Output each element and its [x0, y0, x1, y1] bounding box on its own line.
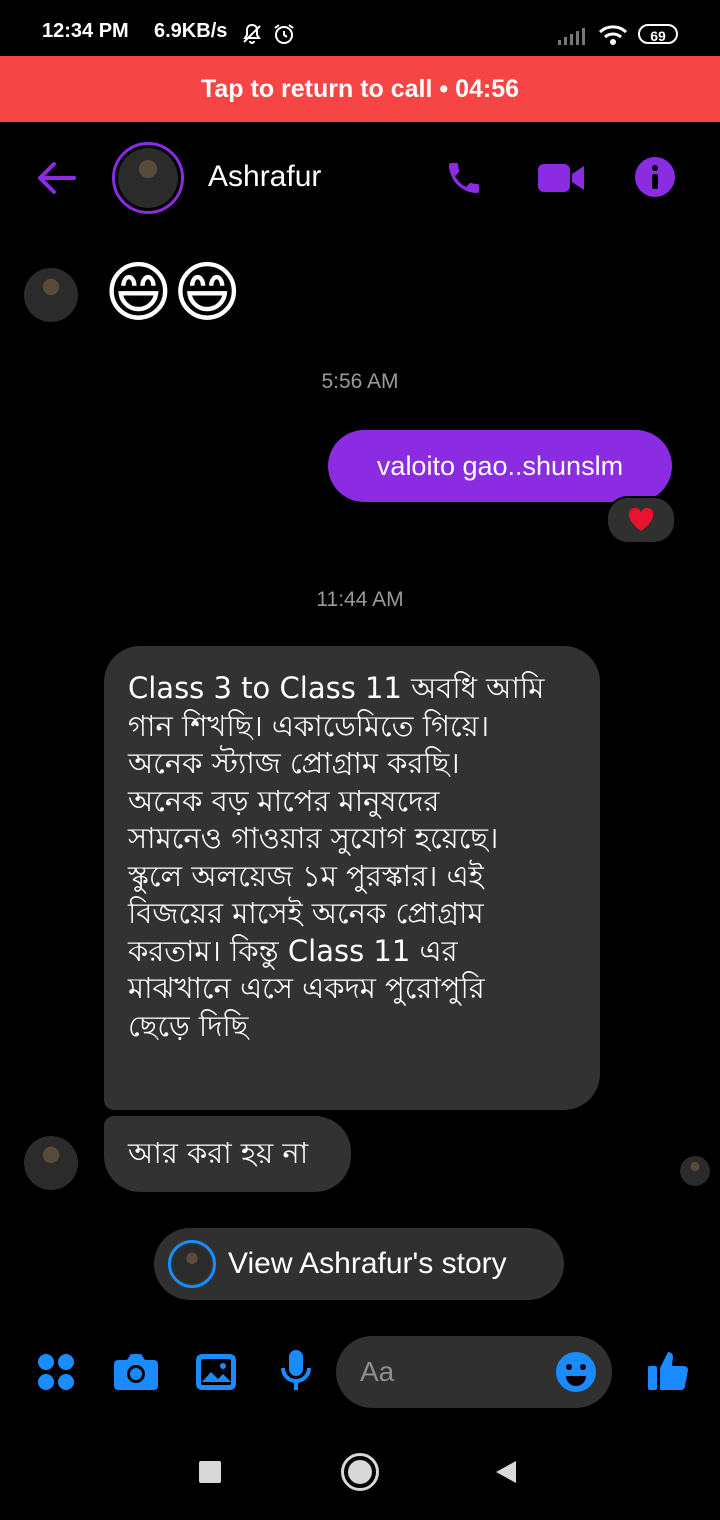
story-ring [168, 1240, 216, 1288]
status-time: 12:34 PM [42, 20, 129, 42]
back-arrow-icon[interactable] [36, 160, 76, 201]
outgoing-message-bubble[interactable]: valoito gao..shunslm [328, 430, 672, 502]
home-button-dot [348, 1460, 372, 1484]
video-camera-icon[interactable] [536, 160, 586, 201]
back-nav-button[interactable] [494, 1459, 518, 1490]
alarm-icon [272, 22, 296, 51]
signal-icon [556, 26, 588, 51]
outgoing-message-text: valoito gao..shunslm [376, 450, 624, 481]
story-avatar [173, 1245, 211, 1283]
incoming-message-bubble[interactable]: Class 3 to Class 11 অবধি আমি গান শিখছি। … [104, 646, 600, 1110]
incoming-message-bubble[interactable]: আর করা হয় না [104, 1116, 351, 1192]
smiley-icon[interactable] [555, 1351, 597, 1398]
info-icon[interactable] [634, 156, 676, 203]
image-icon[interactable] [194, 1352, 238, 1397]
contact-name[interactable]: Ashrafur [208, 160, 321, 194]
header-avatar[interactable] [112, 142, 184, 214]
wifi-icon [598, 24, 628, 51]
call-banner-text: Tap to return to call • 04:56 [200, 74, 520, 103]
sender-avatar[interactable] [24, 268, 78, 322]
muted-bell-icon [240, 22, 264, 51]
recents-button[interactable] [199, 1461, 221, 1483]
network-speed: 6.9KB/s [154, 20, 228, 42]
home-button[interactable] [341, 1453, 379, 1491]
timestamp: 11:44 AM [316, 588, 404, 611]
avatar-image [118, 148, 178, 208]
heart-icon [628, 507, 654, 531]
story-label: View Ashrafur's story [228, 1247, 507, 1280]
heart-reaction[interactable] [606, 496, 676, 544]
microphone-icon[interactable] [280, 1348, 312, 1399]
seen-receipt-avatar [680, 1156, 710, 1186]
phone-icon[interactable] [444, 158, 484, 203]
camera-icon[interactable] [112, 1350, 160, 1397]
battery-indicator: 69 [638, 24, 678, 44]
incoming-message-text: আর করা হয় না [128, 1136, 309, 1171]
timestamp: 5:56 AM [321, 370, 399, 393]
four-dots-icon[interactable] [36, 1352, 76, 1397]
sender-avatar[interactable] [24, 1136, 78, 1190]
view-story-button[interactable]: View Ashrafur's story [154, 1228, 564, 1300]
message-input-placeholder: Aa [360, 1356, 395, 1387]
thumbs-up-icon[interactable] [646, 1348, 690, 1397]
emoji-message[interactable]: 😄😄 [104, 252, 242, 332]
return-to-call-banner[interactable]: Tap to return to call • 04:56 [0, 56, 720, 122]
